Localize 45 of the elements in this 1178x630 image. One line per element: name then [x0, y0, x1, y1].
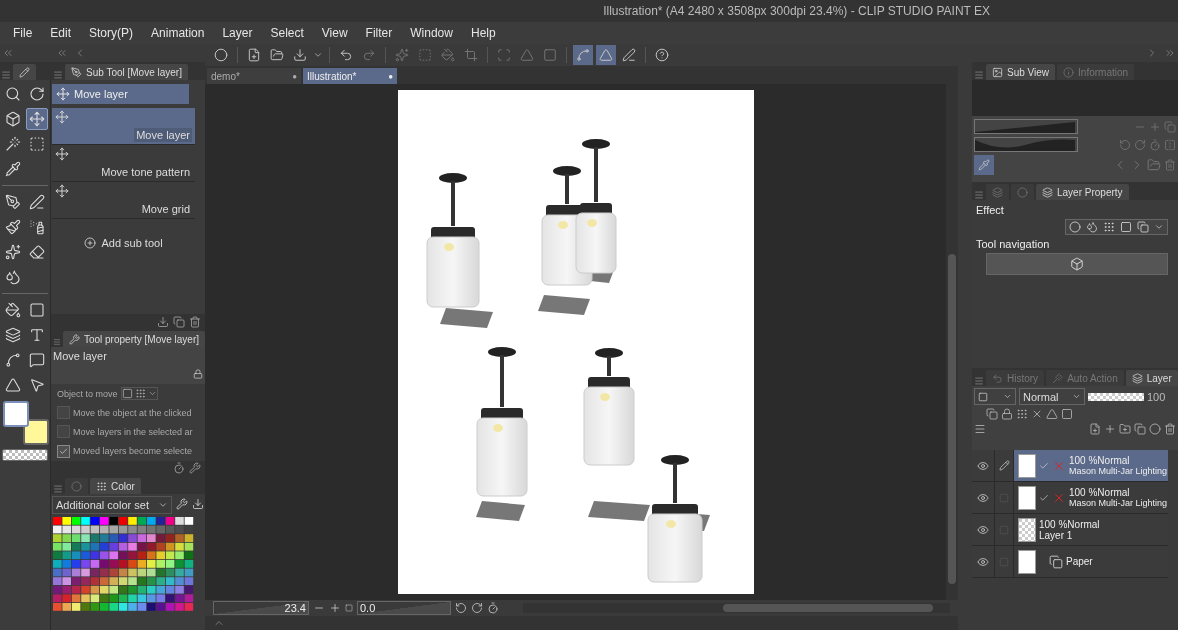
document-tab[interactable]: demo* ● — [207, 68, 301, 84]
tool-name: Move layer — [53, 350, 107, 365]
layer-item[interactable]: 100 %Normal Layer 1 — [1014, 514, 1168, 545]
option-label: Moved layers become selecte — [73, 446, 193, 457]
menu-item[interactable]: Select — [261, 26, 313, 40]
menu-item[interactable]: Window — [401, 26, 462, 40]
option-label: Move the object at the clicked — [73, 407, 192, 418]
menu-item[interactable]: Help — [461, 26, 505, 40]
section-label: Tool navigation — [976, 238, 1051, 250]
menu-item[interactable]: Filter — [356, 26, 402, 40]
color-set-dropdown[interactable]: Additional color set — [52, 496, 172, 514]
window-title: Illustration* (A4 2480 x 3508px 300dpi 23.4%) - CLIP STUDIO PAINT EX — [603, 4, 990, 18]
sub-tool-item[interactable]: Move grid — [52, 182, 195, 219]
sub-tool-item[interactable]: Move tone pattern — [52, 145, 195, 182]
section-label: Effect — [976, 204, 1005, 216]
panel-tab[interactable]: Layer Property — [1036, 184, 1129, 200]
sub-tool-group[interactable]: Move layer — [52, 84, 189, 104]
layer-item[interactable]: Paper — [1014, 546, 1168, 577]
blend-mode-dropdown[interactable]: Normal — [1019, 388, 1085, 405]
menu-item[interactable]: View — [312, 26, 357, 40]
menu-item[interactable]: File — [4, 26, 42, 40]
panel-tab[interactable]: Tool property [Move layer] — [62, 331, 205, 348]
property-label: Object to move — [57, 388, 118, 399]
sub-tool-label: Move grid — [140, 202, 191, 216]
option-label: Move layers in the selected ar — [73, 426, 193, 437]
panel-tab[interactable]: Sub View — [986, 64, 1056, 80]
document-tab[interactable]: Illustration* ● — [303, 68, 397, 84]
layer-item[interactable]: 100 %Normal Mason Multi-Jar Lighting — [1014, 450, 1168, 481]
zoom-field[interactable]: 23.4 — [213, 601, 309, 615]
layer-item[interactable]: 100 %Normal Mason Multi-Jar Lighting — [1014, 482, 1168, 513]
menu-item[interactable]: Animation — [142, 26, 214, 40]
panel-tab[interactable]: Color — [90, 478, 141, 494]
sub-tool-label: Move tone pattern — [100, 165, 191, 179]
menu-item[interactable]: Edit — [41, 26, 81, 40]
sub-tool-label: Move layer — [134, 128, 192, 142]
menu-item[interactable]: Layer — [213, 26, 262, 40]
rotation-field[interactable]: 0.0 — [357, 601, 451, 615]
add-sub-tool-button[interactable]: Add sub tool — [52, 237, 195, 249]
menu-item[interactable]: Story(P) — [80, 26, 143, 40]
sub-tool-item[interactable]: Move layer — [52, 108, 195, 145]
opacity-value: 100 — [1147, 390, 1166, 403]
panel-tab[interactable]: Sub Tool [Move layer] — [65, 64, 188, 80]
modified-dot: ● — [388, 71, 393, 81]
panel-tab[interactable]: Layer — [1125, 370, 1178, 386]
modified-dot: ● — [292, 71, 297, 81]
